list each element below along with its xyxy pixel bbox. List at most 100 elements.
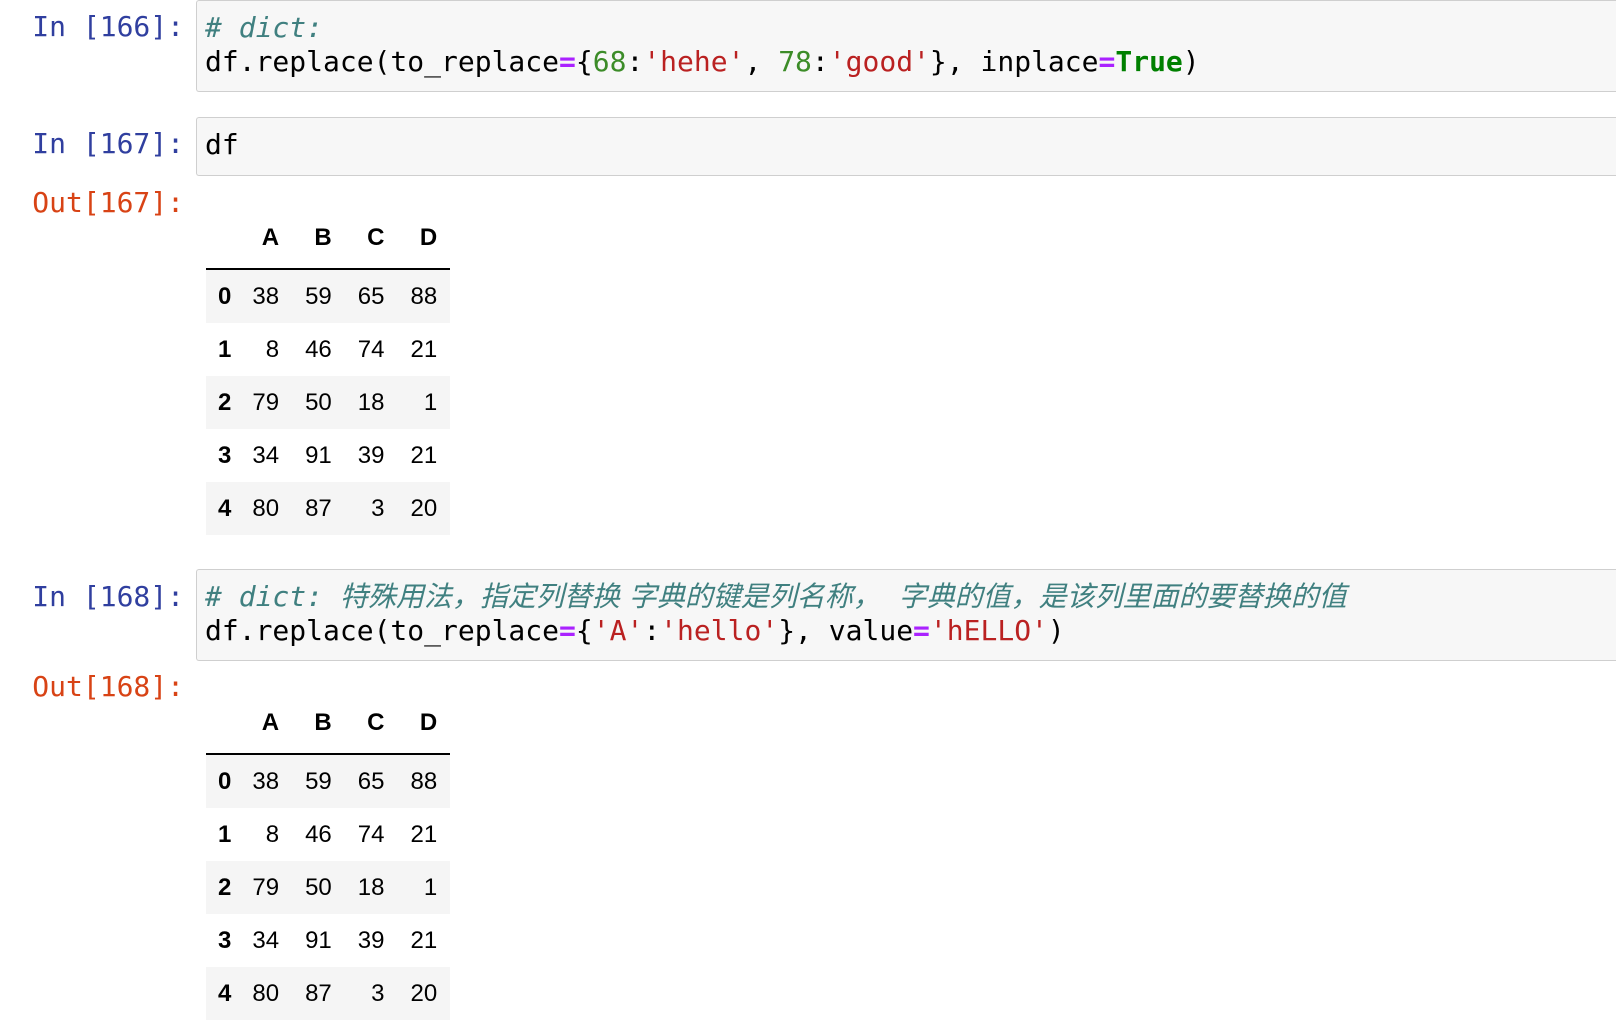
- table-cell: 74: [357, 335, 385, 363]
- table-row: 1 8 46 74 21: [206, 323, 450, 376]
- code-cell-167[interactable]: df: [196, 117, 1616, 176]
- table-cell: 59: [305, 282, 332, 310]
- input-prompt-168: In [168]:: [32, 580, 184, 613]
- code-token-comment: # dict:: [205, 580, 340, 613]
- code-token-comment-cjk: 特殊用法，指定列替换 字典的键是列名称， 字典的值，是该列里面的要替换的值: [339, 580, 1347, 613]
- table-row: 0 38 59 65 88: [206, 269, 451, 323]
- column-header: B: [292, 208, 345, 270]
- table-cell: 79: [252, 388, 280, 416]
- table-cell: 18: [357, 388, 385, 416]
- table-cell: 18: [357, 873, 385, 901]
- table-cell: 50: [305, 873, 332, 901]
- table-cell: 21: [410, 335, 438, 363]
- table-row: 4 80 87 3 20: [206, 482, 451, 535]
- table-cell: 21: [410, 441, 438, 469]
- code-token-plain: }, value: [778, 614, 914, 647]
- table-cell: 88: [410, 282, 438, 310]
- row-index: 2: [218, 873, 232, 901]
- table-cell: 34: [252, 926, 280, 954]
- table-cell: 65: [357, 282, 385, 310]
- code-token-plain: df.replace(to_replace: [205, 45, 560, 78]
- table-cell: 39: [357, 926, 385, 954]
- code-token-op: =: [1098, 45, 1116, 78]
- row-index: 3: [218, 926, 232, 954]
- table-cell: 20: [410, 979, 438, 1007]
- table-row: 0 38 59 65 88: [206, 754, 451, 808]
- index-header: [206, 208, 240, 270]
- table-cell: 21: [410, 820, 438, 848]
- code-token-num: 68: [592, 45, 627, 78]
- table-row: 2 79 50 18 1: [206, 376, 451, 429]
- row-index: 1: [218, 335, 232, 363]
- code-line: # dict:: [205, 11, 1616, 45]
- code-line: df.replace(to_replace={'A':'hello'}, val…: [205, 614, 1616, 648]
- row-index: 4: [218, 494, 232, 522]
- row-index: 0: [218, 767, 232, 795]
- code-token-str: 'A': [592, 614, 644, 647]
- column-header: C: [344, 208, 398, 270]
- dataframe-output-168: A B C D 0 38 59 65 88 1 8 46 74 21 2 79 50 18 1 3 34 91 39 21 4 8…: [206, 693, 451, 1020]
- table-cell: 34: [252, 441, 280, 469]
- code-token-plain: ): [1182, 45, 1200, 78]
- table-cell: 65: [357, 767, 385, 795]
- code-token-plain: }, inplace: [929, 45, 1099, 78]
- code-token-num: 78: [778, 45, 812, 78]
- code-cell-168[interactable]: # dict: 特殊用法，指定列替换 字典的键是列名称， 字典的值，是该列里面的…: [196, 569, 1616, 661]
- code-token-op: =: [559, 614, 576, 647]
- table-cell: 39: [357, 441, 385, 469]
- table-cell: 59: [305, 767, 332, 795]
- column-header: D: [397, 208, 451, 270]
- code-token-op: =: [913, 614, 930, 647]
- output-prompt-167: Out[167]:: [32, 186, 184, 219]
- table-cell: 8: [265, 335, 280, 363]
- table-cell: 21: [410, 926, 438, 954]
- code-token-kw: True: [1115, 45, 1183, 78]
- code-line: df: [205, 128, 1616, 162]
- table-cell: 91: [305, 926, 332, 954]
- table-row: 4 80 87 3 20: [206, 967, 451, 1020]
- column-header: A: [239, 693, 293, 755]
- code-token-comment: # dict:: [205, 11, 324, 44]
- table-cell: 1: [423, 873, 438, 901]
- table-cell: 38: [252, 767, 280, 795]
- table-cell: 74: [357, 820, 385, 848]
- code-token-str: 'hello': [660, 614, 779, 647]
- table-cell: 80: [252, 494, 280, 522]
- code-token-plain: df: [205, 128, 239, 161]
- table-cell: 46: [305, 820, 332, 848]
- table-cell: 88: [410, 767, 438, 795]
- table-cell: 87: [305, 494, 332, 522]
- table-row: 3 34 91 39 21: [206, 429, 450, 482]
- table-cell: 46: [305, 335, 332, 363]
- code-line: # dict: 特殊用法，指定列替换 字典的键是列名称， 字典的值，是该列里面的…: [205, 580, 1616, 614]
- output-prompt-168: Out[168]:: [32, 670, 184, 703]
- input-prompt-166: In [166]:: [32, 10, 184, 43]
- dataframe-output-167: A B C D 0 38 59 65 88 1 8 46 74 21 2 79 50 18 1 3 34 91 39 21 4 8…: [206, 208, 451, 535]
- code-token-str: 'good': [828, 45, 930, 78]
- table-cell: 80: [252, 979, 280, 1007]
- code-token-str: 'hehe': [643, 45, 745, 78]
- code-token-plain: {: [575, 45, 593, 78]
- column-header: B: [292, 693, 345, 755]
- table-cell: 79: [252, 873, 280, 901]
- table-row: 2 79 50 18 1: [206, 861, 451, 914]
- code-cell-166[interactable]: # dict: df.replace(to_replace={68:'hehe',…: [196, 0, 1616, 92]
- row-index: 4: [218, 979, 232, 1007]
- table-cell: 1: [423, 388, 438, 416]
- table-cell: 87: [305, 979, 332, 1007]
- input-prompt-167: In [167]:: [32, 127, 184, 160]
- table-row: 3 34 91 39 21: [206, 914, 450, 967]
- code-token-op: =: [559, 45, 576, 78]
- row-index: 0: [218, 282, 232, 310]
- code-line: df.replace(to_replace={68:'hehe', 78:'go…: [205, 45, 1616, 79]
- code-token-plain: {: [575, 614, 593, 647]
- column-header: A: [239, 208, 293, 270]
- code-token-plain: df.replace(to_replace: [205, 614, 560, 647]
- table-cell: 3: [371, 494, 385, 522]
- table-cell: 91: [305, 441, 332, 469]
- code-token-plain: :: [626, 45, 644, 78]
- table-cell: 8: [265, 820, 280, 848]
- code-token-str: 'hELLO': [929, 614, 1048, 647]
- code-token-plain: ,: [744, 45, 779, 78]
- row-index: 1: [218, 820, 232, 848]
